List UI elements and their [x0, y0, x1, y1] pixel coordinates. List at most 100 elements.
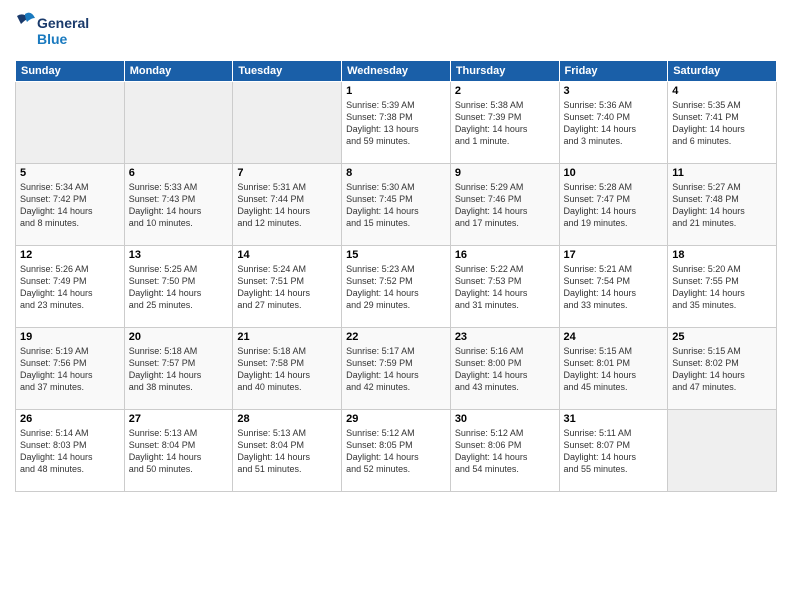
day-number: 25 [672, 331, 772, 343]
calendar-cell: 16Sunrise: 5:22 AMSunset: 7:53 PMDayligh… [450, 246, 559, 328]
calendar-cell: 25 Sunrise: 5:15 AMSunset: 8:02 PMDayligh… [668, 328, 777, 410]
calendar-cell: 30 Sunrise: 5:12 AMSunset: 8:06 PMDayligh… [450, 410, 559, 492]
day-number: 5 [20, 167, 120, 179]
day-number: 10 [564, 167, 664, 179]
calendar-page: GeneralBlue SundayMondayTuesdayWednesday… [0, 0, 792, 612]
day-number: 15 [346, 249, 446, 261]
day-content: Sunrise: 5:13 AMSunset: 8:04 PMDaylight:… [129, 427, 229, 476]
logo-svg: GeneralBlue [15, 10, 95, 52]
calendar-cell [233, 82, 342, 164]
calendar-cell [668, 410, 777, 492]
day-content: Sunrise: 5:15 AMSunset: 8:02 PMDaylight:… [672, 345, 772, 394]
calendar-cell: 7 Sunrise: 5:31 AMSunset: 7:44 PMDaylight… [233, 164, 342, 246]
day-header-tuesday: Tuesday [233, 61, 342, 82]
calendar-cell: 21 Sunrise: 5:18 AMSunset: 7:58 PMDayligh… [233, 328, 342, 410]
svg-text:Blue: Blue [37, 31, 68, 47]
day-header-saturday: Saturday [668, 61, 777, 82]
day-header-wednesday: Wednesday [342, 61, 451, 82]
day-content: Sunrise: 5:21 AMSunset: 7:54 PMDaylight:… [564, 263, 664, 312]
calendar-cell [16, 82, 125, 164]
day-number: 4 [672, 85, 772, 97]
day-number: 24 [564, 331, 664, 343]
day-content: Sunrise: 5:17 AMSunset: 7:59 PMDaylight:… [346, 345, 446, 394]
day-content: Sunrise: 5:18 AMSunset: 7:58 PMDaylight:… [237, 345, 337, 394]
day-number: 9 [455, 167, 555, 179]
week-row-5: 26 Sunrise: 5:14 AMSunset: 8:03 PMDayligh… [16, 410, 777, 492]
calendar-cell: 3 Sunrise: 5:36 AMSunset: 7:40 PMDaylight… [559, 82, 668, 164]
days-header-row: SundayMondayTuesdayWednesdayThursdayFrid… [16, 61, 777, 82]
calendar-cell: 24 Sunrise: 5:15 AMSunset: 8:01 PMDayligh… [559, 328, 668, 410]
day-number: 19 [20, 331, 120, 343]
day-content: Sunrise: 5:19 AMSunset: 7:56 PMDaylight:… [20, 345, 120, 394]
calendar-cell: 5 Sunrise: 5:34 AMSunset: 7:42 PMDaylight… [16, 164, 125, 246]
day-number: 26 [20, 413, 120, 425]
day-number: 12 [20, 249, 120, 261]
day-content: Sunrise: 5:28 AMSunset: 7:47 PMDaylight:… [564, 181, 664, 230]
day-number: 23 [455, 331, 555, 343]
calendar-cell: 27 Sunrise: 5:13 AMSunset: 8:04 PMDayligh… [124, 410, 233, 492]
calendar-cell: 19 Sunrise: 5:19 AMSunset: 7:56 PMDayligh… [16, 328, 125, 410]
calendar-cell: 9Sunrise: 5:29 AMSunset: 7:46 PMDaylight… [450, 164, 559, 246]
calendar-cell: 23 Sunrise: 5:16 AMSunset: 8:00 PMDayligh… [450, 328, 559, 410]
day-content: Sunrise: 5:34 AMSunset: 7:42 PMDaylight:… [20, 181, 120, 230]
week-row-1: 1Sunrise: 5:39 AMSunset: 7:38 PMDaylight… [16, 82, 777, 164]
day-number: 2 [455, 85, 555, 97]
day-number: 6 [129, 167, 229, 179]
day-number: 21 [237, 331, 337, 343]
calendar-cell: 28Sunrise: 5:13 AMSunset: 8:04 PMDayligh… [233, 410, 342, 492]
day-content: Sunrise: 5:26 AMSunset: 7:49 PMDaylight:… [20, 263, 120, 312]
day-content: Sunrise: 5:33 AMSunset: 7:43 PMDaylight:… [129, 181, 229, 230]
day-content: Sunrise: 5:35 AMSunset: 7:41 PMDaylight:… [672, 99, 772, 148]
day-number: 13 [129, 249, 229, 261]
day-number: 18 [672, 249, 772, 261]
svg-text:General: General [37, 15, 89, 31]
calendar-cell: 6 Sunrise: 5:33 AMSunset: 7:43 PMDaylight… [124, 164, 233, 246]
calendar-cell: 29 Sunrise: 5:12 AMSunset: 8:05 PMDayligh… [342, 410, 451, 492]
calendar-cell: 15 Sunrise: 5:23 AMSunset: 7:52 PMDayligh… [342, 246, 451, 328]
day-content: Sunrise: 5:25 AMSunset: 7:50 PMDaylight:… [129, 263, 229, 312]
day-content: Sunrise: 5:12 AMSunset: 8:05 PMDaylight:… [346, 427, 446, 476]
day-number: 17 [564, 249, 664, 261]
day-number: 29 [346, 413, 446, 425]
calendar-cell: 12 Sunrise: 5:26 AMSunset: 7:49 PMDayligh… [16, 246, 125, 328]
day-content: Sunrise: 5:24 AMSunset: 7:51 PMDaylight:… [237, 263, 337, 312]
week-row-3: 12 Sunrise: 5:26 AMSunset: 7:49 PMDayligh… [16, 246, 777, 328]
day-content: Sunrise: 5:27 AMSunset: 7:48 PMDaylight:… [672, 181, 772, 230]
day-header-monday: Monday [124, 61, 233, 82]
day-content: Sunrise: 5:12 AMSunset: 8:06 PMDaylight:… [455, 427, 555, 476]
calendar-cell: 18 Sunrise: 5:20 AMSunset: 7:55 PMDayligh… [668, 246, 777, 328]
calendar-cell: 4 Sunrise: 5:35 AMSunset: 7:41 PMDaylight… [668, 82, 777, 164]
day-content: Sunrise: 5:31 AMSunset: 7:44 PMDaylight:… [237, 181, 337, 230]
calendar-cell: 14 Sunrise: 5:24 AMSunset: 7:51 PMDayligh… [233, 246, 342, 328]
day-number: 16 [455, 249, 555, 261]
day-content: Sunrise: 5:36 AMSunset: 7:40 PMDaylight:… [564, 99, 664, 148]
day-content: Sunrise: 5:14 AMSunset: 8:03 PMDaylight:… [20, 427, 120, 476]
calendar-cell: 11 Sunrise: 5:27 AMSunset: 7:48 PMDayligh… [668, 164, 777, 246]
calendar-cell: 1Sunrise: 5:39 AMSunset: 7:38 PMDaylight… [342, 82, 451, 164]
week-row-2: 5 Sunrise: 5:34 AMSunset: 7:42 PMDaylight… [16, 164, 777, 246]
day-number: 31 [564, 413, 664, 425]
day-number: 30 [455, 413, 555, 425]
calendar-cell: 26 Sunrise: 5:14 AMSunset: 8:03 PMDayligh… [16, 410, 125, 492]
calendar-cell: 20 Sunrise: 5:18 AMSunset: 7:57 PMDayligh… [124, 328, 233, 410]
header: GeneralBlue [15, 10, 777, 52]
calendar-table: SundayMondayTuesdayWednesdayThursdayFrid… [15, 60, 777, 492]
day-content: Sunrise: 5:20 AMSunset: 7:55 PMDaylight:… [672, 263, 772, 312]
day-header-thursday: Thursday [450, 61, 559, 82]
day-content: Sunrise: 5:15 AMSunset: 8:01 PMDaylight:… [564, 345, 664, 394]
day-content: Sunrise: 5:30 AMSunset: 7:45 PMDaylight:… [346, 181, 446, 230]
day-number: 20 [129, 331, 229, 343]
logo: GeneralBlue [15, 10, 95, 52]
day-number: 3 [564, 85, 664, 97]
day-number: 1 [346, 85, 446, 97]
day-number: 27 [129, 413, 229, 425]
day-number: 11 [672, 167, 772, 179]
day-number: 14 [237, 249, 337, 261]
calendar-cell: 17 Sunrise: 5:21 AMSunset: 7:54 PMDayligh… [559, 246, 668, 328]
week-row-4: 19 Sunrise: 5:19 AMSunset: 7:56 PMDayligh… [16, 328, 777, 410]
day-content: Sunrise: 5:18 AMSunset: 7:57 PMDaylight:… [129, 345, 229, 394]
day-number: 7 [237, 167, 337, 179]
day-content: Sunrise: 5:23 AMSunset: 7:52 PMDaylight:… [346, 263, 446, 312]
day-content: Sunrise: 5:16 AMSunset: 8:00 PMDaylight:… [455, 345, 555, 394]
calendar-cell: 2Sunrise: 5:38 AMSunset: 7:39 PMDaylight… [450, 82, 559, 164]
